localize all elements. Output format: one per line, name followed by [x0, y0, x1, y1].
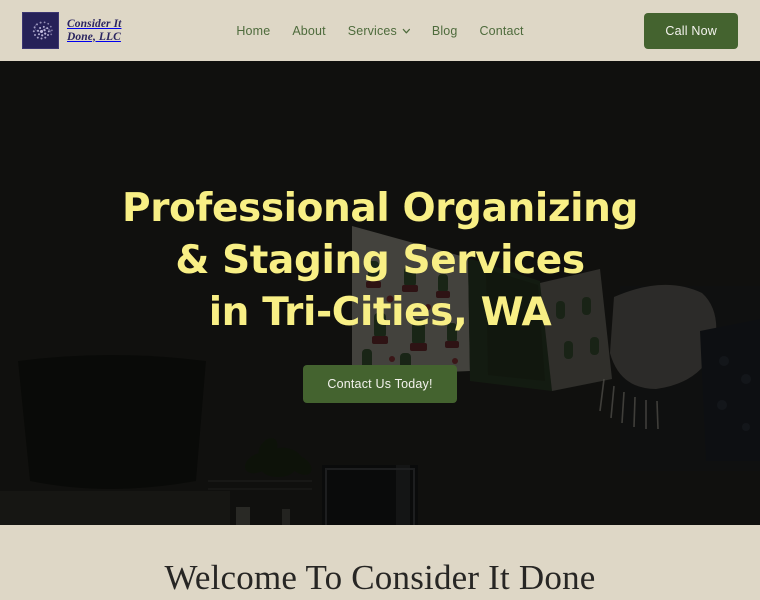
spiral-shell-icon: [22, 12, 59, 49]
nav-item-contact[interactable]: Contact: [480, 24, 524, 38]
nav-item-about[interactable]: About: [292, 24, 325, 38]
chevron-down-icon: [402, 27, 410, 35]
nav-item-services[interactable]: Services: [348, 24, 410, 38]
call-now-button[interactable]: Call Now: [644, 12, 738, 49]
welcome-heading: Welcome To Consider It Done: [164, 558, 596, 597]
hero-title: Professional Organizing & Staging Servic…: [122, 183, 638, 339]
main-navigation: Home About Services Blog Contact: [236, 24, 523, 38]
contact-us-today-button[interactable]: Contact Us Today!: [303, 365, 457, 403]
nav-item-services-label: Services: [347, 23, 397, 38]
nav-item-blog[interactable]: Blog: [432, 24, 458, 38]
hero-title-line-3: in Tri-Cities, WA: [208, 290, 552, 335]
welcome-section: Welcome To Consider It Done: [0, 525, 760, 600]
logo-wordmark: Consider It Done, LLC: [67, 17, 122, 43]
site-header: Consider It Done, LLC Home About Service…: [0, 0, 760, 61]
hero-content: Professional Organizing & Staging Servic…: [0, 61, 760, 525]
nav-item-home[interactable]: Home: [236, 24, 270, 38]
hero-section: Professional Organizing & Staging Servic…: [0, 61, 760, 525]
hero-title-line-2: & Staging Services: [175, 238, 585, 283]
logo-link[interactable]: Consider It Done, LLC: [22, 12, 121, 49]
hero-title-line-1: Professional Organizing: [122, 186, 638, 231]
